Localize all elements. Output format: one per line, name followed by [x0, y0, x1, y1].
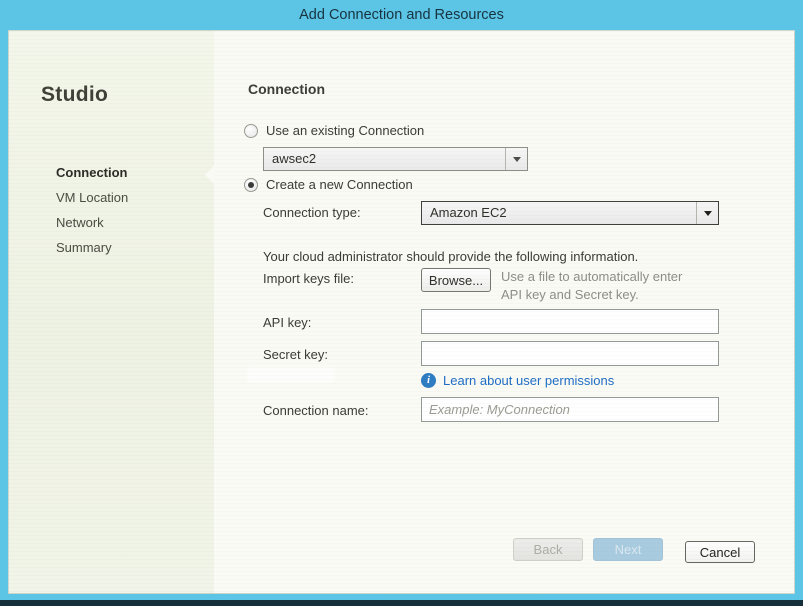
- step-network: Network: [56, 215, 128, 240]
- import-keys-label: Import keys file:: [263, 271, 354, 286]
- connection-name-input[interactable]: [421, 397, 719, 422]
- redacted-smudge: [247, 367, 335, 383]
- window-frame: Add Connection and Resources Studio Conn…: [0, 0, 803, 606]
- active-step-arrow: [205, 166, 214, 184]
- radio-existing-connection[interactable]: Use an existing Connection: [244, 123, 424, 138]
- radio-new-connection[interactable]: Create a new Connection: [244, 177, 413, 192]
- existing-connection-dropdown-button[interactable]: [505, 148, 527, 170]
- import-keys-helper: Use a file to automatically enter API ke…: [501, 268, 682, 304]
- step-vm-location: VM Location: [56, 190, 128, 215]
- connection-type-dropdown-button[interactable]: [696, 202, 718, 224]
- page-title: Connection: [248, 81, 325, 97]
- window-title: Add Connection and Resources: [0, 0, 803, 30]
- chevron-down-icon: [704, 211, 712, 216]
- wizard-steps: Connection VM Location Network Summary: [56, 165, 128, 265]
- import-keys-helper-line1: Use a file to automatically enter: [501, 268, 682, 286]
- connection-name-label: Connection name:: [263, 403, 369, 418]
- info-icon: i: [421, 373, 436, 388]
- connection-type-label: Connection type:: [263, 205, 361, 220]
- permissions-link[interactable]: i Learn about user permissions: [421, 373, 614, 388]
- connection-type-select[interactable]: Amazon EC2: [421, 201, 719, 225]
- radio-existing-connection-label[interactable]: Use an existing Connection: [266, 123, 424, 138]
- secret-key-label: Secret key:: [263, 347, 328, 362]
- browse-button[interactable]: Browse...: [421, 268, 491, 292]
- cancel-button[interactable]: Cancel: [685, 541, 755, 563]
- wizard-sidebar: Studio Connection VM Location Network Su…: [9, 31, 214, 593]
- chevron-down-icon: [513, 157, 521, 162]
- window-bottom-edge: [0, 600, 803, 606]
- admin-note: Your cloud administrator should provide …: [263, 249, 638, 264]
- step-summary: Summary: [56, 240, 128, 265]
- existing-connection-select[interactable]: awsec2: [263, 147, 528, 171]
- next-button[interactable]: Next: [593, 538, 663, 561]
- back-button[interactable]: Back: [513, 538, 583, 561]
- api-key-label: API key:: [263, 315, 311, 330]
- radio-new-connection-circle[interactable]: [244, 178, 258, 192]
- import-keys-helper-line2: API key and Secret key.: [501, 286, 682, 304]
- permissions-link-text[interactable]: Learn about user permissions: [443, 373, 614, 388]
- radio-new-connection-label[interactable]: Create a new Connection: [266, 177, 413, 192]
- wizard-dialog: Studio Connection VM Location Network Su…: [8, 30, 795, 594]
- api-key-input[interactable]: [421, 309, 719, 334]
- radio-existing-connection-circle[interactable]: [244, 124, 258, 138]
- existing-connection-value: awsec2: [264, 148, 505, 170]
- connection-type-value: Amazon EC2: [422, 202, 696, 224]
- studio-logo: Studio: [41, 83, 108, 107]
- secret-key-input[interactable]: [421, 341, 719, 366]
- step-connection: Connection: [56, 165, 128, 190]
